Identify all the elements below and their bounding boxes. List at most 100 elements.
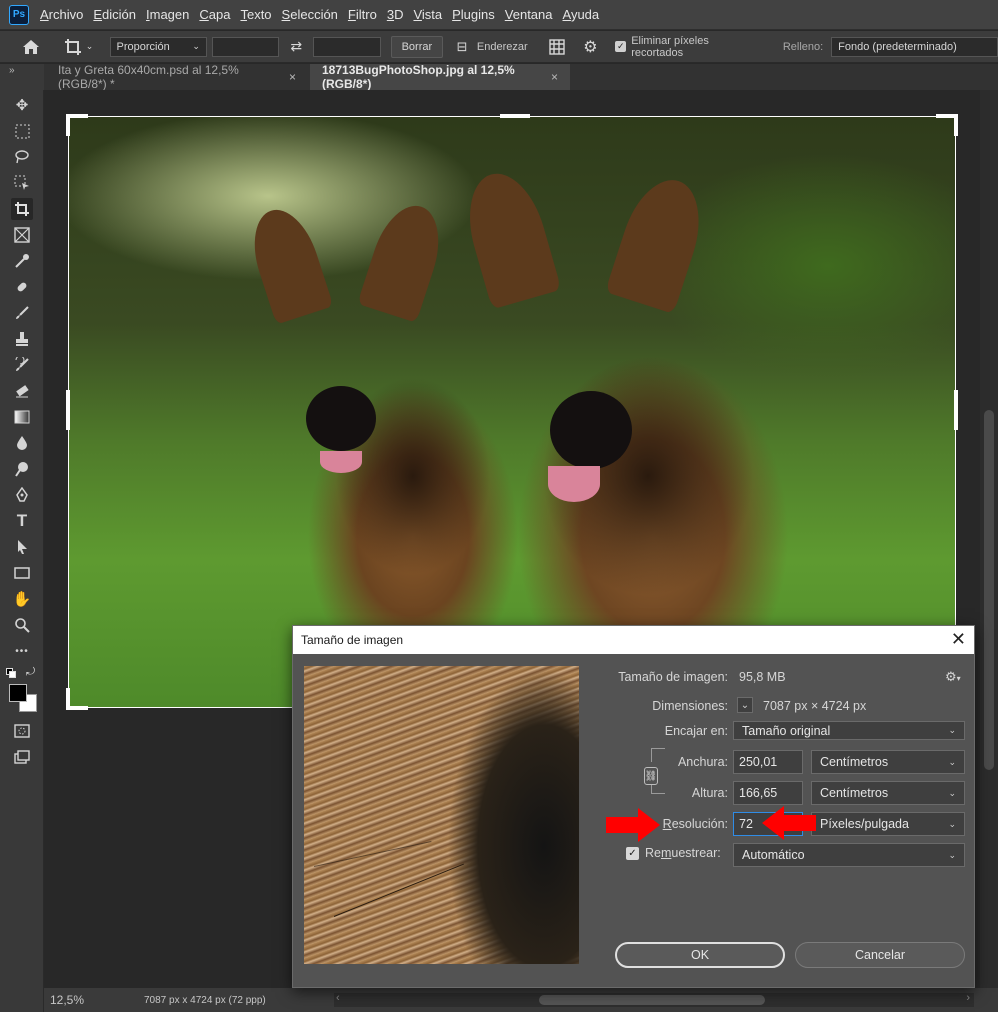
lasso-tool-icon[interactable] [11, 146, 33, 168]
resolution-unit-select[interactable]: Píxeles/pulgada ⌄ [811, 812, 965, 836]
scroll-thumb[interactable] [539, 995, 765, 1005]
tab-document-2[interactable]: 18713BugPhotoShop.jpg al 12,5% (RGB/8*) … [310, 63, 570, 91]
clear-button[interactable]: Borrar [390, 35, 444, 58]
height-unit-select[interactable]: Centímetros ⌄ [811, 781, 965, 805]
menu-accesskey: C [199, 7, 209, 22]
gradient-tool-icon[interactable] [11, 406, 33, 428]
menu-label: elección [290, 7, 338, 22]
annotation-arrow-right-icon [606, 808, 660, 842]
object-selection-icon[interactable] [11, 172, 33, 194]
clone-stamp-icon[interactable] [11, 328, 33, 350]
crop-handle[interactable] [66, 114, 70, 136]
history-brush-icon[interactable] [11, 354, 33, 376]
cancel-button[interactable]: Cancelar [795, 942, 965, 968]
ratio-select[interactable]: Proporción ⌄ [109, 36, 207, 57]
menu-capa[interactable]: Capa [194, 7, 235, 22]
straighten-label[interactable]: Enderezar [477, 41, 528, 53]
foreground-color-swatch[interactable] [9, 684, 27, 702]
menu-texto[interactable]: Texto [235, 7, 276, 22]
photo-detail [313, 841, 432, 867]
scroll-left-icon[interactable]: ‹ [336, 992, 340, 1004]
quick-mask-icon[interactable] [11, 720, 33, 742]
expand-panels-icon[interactable]: » [0, 64, 44, 90]
ok-button[interactable]: OK [615, 942, 785, 968]
eraser-icon[interactable] [11, 380, 33, 402]
ratio-width-input[interactable] [211, 36, 280, 57]
crop-handle[interactable] [66, 688, 70, 710]
height-label: Altura: [691, 786, 728, 800]
chevron-down-icon: ⌄ [192, 41, 200, 51]
path-selection-icon[interactable] [11, 536, 33, 558]
crop-tool-icon[interactable] [62, 38, 84, 56]
resample-checkbox[interactable]: ✓ [626, 847, 639, 860]
menu-items: Archivo Edición Imagen Capa Texto Selección Fi… [35, 7, 604, 22]
fit-to-select[interactable]: Tamaño original ⌄ [733, 721, 965, 740]
pen-tool-icon[interactable] [11, 484, 33, 506]
close-icon[interactable]: × [289, 70, 296, 84]
crop-handle[interactable] [500, 114, 530, 118]
swap-colors-icon[interactable]: ⤾ [26, 666, 35, 679]
crop-handle[interactable] [954, 390, 958, 430]
menu-label: apa [208, 7, 231, 22]
gear-icon[interactable]: ⚙ [577, 37, 603, 57]
menu-archivo[interactable]: Archivo [35, 7, 88, 22]
default-colors-icon[interactable] [6, 668, 16, 678]
delete-cropped-checkbox[interactable]: ✓ Eliminar píxeles recortados [615, 35, 763, 59]
image-size-label: Tamaño de imagen: [618, 670, 728, 684]
screen-mode-icon[interactable] [11, 746, 33, 768]
fill-select[interactable]: Fondo (predeterminado) [831, 36, 998, 57]
crop-boundary[interactable] [68, 116, 956, 708]
hand-tool-icon[interactable]: ✋ [11, 588, 33, 610]
straighten-icon[interactable]: ⊟ [447, 39, 477, 55]
menu-edicion[interactable]: Edición [88, 7, 141, 22]
vertical-scrollbar[interactable] [980, 90, 998, 988]
gear-icon[interactable]: ⚙▾ [945, 669, 961, 685]
menu-ventana[interactable]: Ventana [500, 7, 558, 22]
scroll-thumb[interactable] [984, 410, 994, 770]
move-tool-icon[interactable]: ✥ [11, 94, 33, 116]
healing-brush-icon[interactable] [11, 276, 33, 298]
zoom-tool-icon[interactable] [11, 614, 33, 636]
menu-imagen[interactable]: Imagen [141, 7, 194, 22]
width-unit-select[interactable]: Centímetros ⌄ [811, 750, 965, 774]
chevron-down-icon: ⌄ [948, 849, 956, 860]
close-icon[interactable]: ✕ [951, 629, 966, 650]
dimensions-unit-dropdown[interactable]: ⌄ [737, 697, 753, 713]
type-tool-icon[interactable]: T [11, 510, 33, 532]
scroll-right-icon[interactable]: › [966, 992, 970, 1004]
crop-tool-icon[interactable] [11, 198, 33, 220]
eyedropper-icon[interactable] [11, 250, 33, 272]
chevron-down-icon[interactable]: ⌄ [84, 41, 96, 52]
zoom-level[interactable]: 12,5% [44, 993, 100, 1007]
crop-handle[interactable] [954, 114, 958, 136]
grid-overlay-icon[interactable] [544, 38, 570, 55]
menu-label: entana [512, 7, 553, 22]
blur-tool-icon[interactable] [11, 432, 33, 454]
constrain-proportions-link-icon[interactable]: ⛓ [644, 767, 658, 785]
frame-tool-icon[interactable] [11, 224, 33, 246]
tab-label: Ita y Greta 60x40cm.psd al 12,5% (RGB/8*… [58, 63, 239, 91]
height-input[interactable]: 166,65 [733, 781, 803, 805]
menu-vista[interactable]: Vista [408, 7, 447, 22]
menu-filtro[interactable]: Filtro [343, 7, 382, 22]
menu-3d[interactable]: 3D [382, 7, 409, 22]
close-icon[interactable]: × [551, 70, 558, 84]
menu-plugins[interactable]: Plugins [447, 7, 500, 22]
image-preview[interactable] [304, 666, 579, 964]
horizontal-scrollbar[interactable]: ‹ › [334, 992, 974, 1007]
swap-icon[interactable]: ⇄ [279, 38, 313, 55]
more-tools-icon[interactable]: ••• [11, 640, 33, 662]
width-input[interactable]: 250,01 [733, 750, 803, 774]
menu-ayuda[interactable]: Ayuda [558, 7, 605, 22]
rectangle-tool-icon[interactable] [11, 562, 33, 584]
resample-method-select[interactable]: Automático ⌄ [733, 843, 965, 867]
ratio-height-input[interactable] [313, 36, 381, 57]
marquee-tool-icon[interactable] [11, 120, 33, 142]
dodge-tool-icon[interactable] [11, 458, 33, 480]
tab-document-1[interactable]: Ita y Greta 60x40cm.psd al 12,5% (RGB/8*… [46, 63, 308, 91]
brush-tool-icon[interactable] [11, 302, 33, 324]
menu-seleccion[interactable]: Selección [277, 7, 343, 22]
home-icon[interactable] [16, 39, 46, 55]
dialog-title: Tamaño de imagen [301, 633, 404, 647]
crop-handle[interactable] [66, 390, 70, 430]
